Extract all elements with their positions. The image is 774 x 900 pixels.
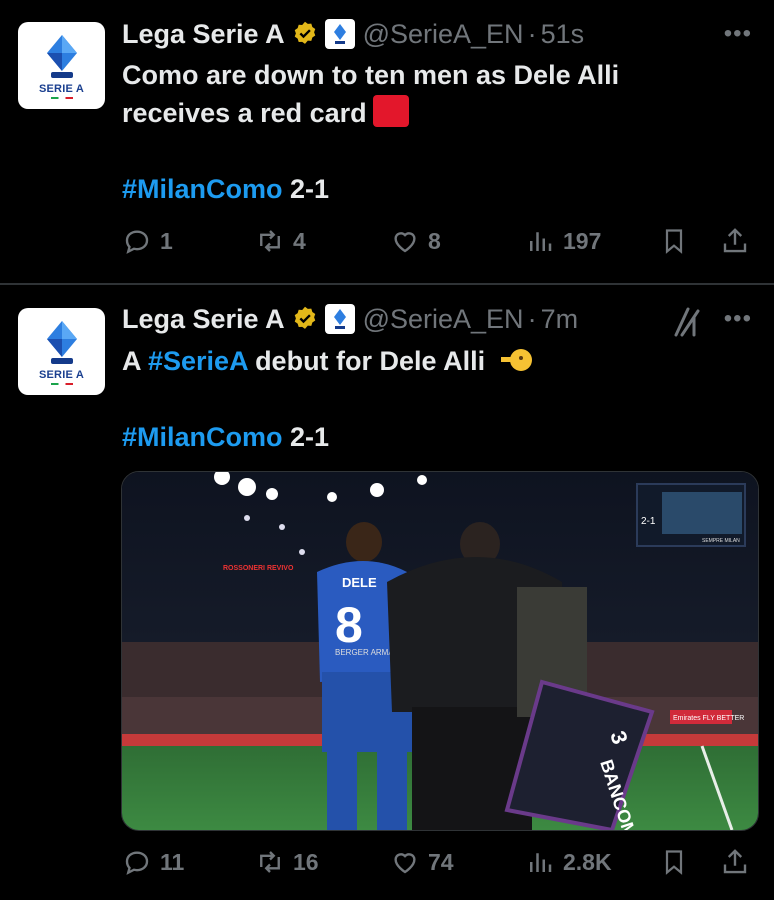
more-icon[interactable]: •••	[724, 20, 752, 48]
shirt-number: 8	[335, 597, 363, 653]
tweet-text: A #SerieA debut for Dele Alli #MilanComo…	[122, 342, 535, 456]
ad-board-text: Emirates FLY BETTER	[673, 715, 744, 722]
score-text: 2-1	[282, 422, 330, 452]
dot-separator: ·	[527, 303, 537, 334]
serie-a-logo-icon	[46, 34, 77, 78]
views-icon	[530, 853, 552, 872]
stadium-sign: ROSSONERI REVIVO	[223, 565, 294, 572]
tweet-1[interactable]: SERIE A Lega Serie A @SerieA_EN · 51s ••…	[0, 0, 774, 283]
share-icon	[723, 228, 747, 253]
shirt-name: DELE	[342, 575, 377, 590]
bookmark-icon	[665, 850, 683, 875]
repost-icon	[260, 230, 280, 252]
bookmark-icon	[665, 229, 683, 254]
reply-icon	[125, 851, 149, 875]
score-text: 2-1	[282, 174, 330, 204]
reply-count: 11	[160, 848, 185, 875]
hashtag-link[interactable]: #SerieA	[148, 346, 248, 376]
like-button[interactable]: 74	[390, 842, 454, 882]
match-photo: 2-1 SEMPRE MILAN ROSSONERI REVIVO Emirat…	[122, 472, 758, 830]
bookmark-button[interactable]	[660, 221, 696, 261]
reply-count: 1	[160, 227, 173, 254]
share-button[interactable]	[720, 221, 758, 261]
affiliate-badge-icon[interactable]	[324, 304, 355, 334]
bookmark-button[interactable]	[660, 842, 696, 882]
italian-flag-stripe	[50, 382, 73, 385]
screen-score: 2-1	[641, 516, 656, 527]
tweet-text-line-1: Como are down to ten men as Dele Alli	[122, 60, 620, 90]
tweet-text-prefix: A	[122, 346, 148, 376]
tweet-actions: 11 16 74 2.8K	[122, 842, 762, 882]
share-icon	[723, 849, 747, 874]
author-handle[interactable]: @SerieA_EN	[363, 304, 524, 335]
dot-separator: ·	[527, 18, 537, 49]
author-handle[interactable]: @SerieA_EN	[363, 19, 524, 50]
repost-button[interactable]: 4	[255, 221, 306, 261]
views-button[interactable]: 2.8K	[525, 842, 612, 882]
more-icon[interactable]: •••	[724, 305, 752, 333]
reply-button[interactable]: 1	[122, 221, 173, 261]
red-card-emoji	[372, 95, 409, 127]
tweet-header: Lega Serie A @SerieA_EN · 7m	[122, 302, 578, 336]
author-name[interactable]: Lega Serie A	[122, 19, 285, 50]
author-name[interactable]: Lega Serie A	[122, 304, 285, 335]
avatar[interactable]: SERIE A	[18, 308, 105, 395]
views-button[interactable]: 197	[525, 221, 601, 261]
repost-count: 16	[293, 848, 319, 875]
repost-button[interactable]: 16	[255, 842, 319, 882]
avatar[interactable]: SERIE A	[18, 22, 105, 109]
tweet-photo[interactable]: 2-1 SEMPRE MILAN ROSSONERI REVIVO Emirat…	[121, 471, 759, 831]
grok-icon[interactable]	[672, 305, 706, 339]
pointing-left-emoji-icon	[500, 349, 532, 371]
like-icon	[394, 232, 416, 253]
tweet-header: Lega Serie A @SerieA_EN · 51s	[122, 17, 584, 51]
avatar-logo-text: SERIE A	[38, 368, 84, 381]
repost-count: 4	[293, 227, 306, 254]
timestamp[interactable]: 51s	[541, 19, 585, 50]
italian-flag-stripe	[50, 96, 73, 99]
affiliate-badge-icon[interactable]	[324, 19, 355, 49]
share-button[interactable]	[720, 842, 758, 882]
tweet-text: Como are down to ten men as Dele Alli re…	[122, 56, 619, 208]
view-count: 197	[563, 227, 602, 254]
tweet-actions: 1 4 8 197	[122, 221, 762, 261]
verified-icon[interactable]	[291, 20, 319, 48]
serie-a-logo-icon	[46, 320, 77, 364]
reply-icon	[125, 230, 149, 254]
like-button[interactable]: 8	[390, 221, 441, 261]
tweet-text-suffix: debut for Dele Alli	[247, 346, 486, 376]
verified-icon[interactable]	[291, 305, 319, 333]
screen-text: SEMPRE MILAN	[702, 538, 740, 544]
hashtag-link[interactable]: #MilanComo	[122, 422, 283, 452]
repost-icon	[260, 851, 280, 873]
tweet-text-line-2: receives a red card	[122, 98, 367, 128]
views-icon	[530, 232, 552, 251]
reply-button[interactable]: 11	[122, 842, 184, 882]
avatar-logo-text: SERIE A	[38, 82, 84, 95]
hashtag-link[interactable]: #MilanComo	[122, 174, 283, 204]
view-count: 2.8K	[563, 848, 612, 875]
timestamp[interactable]: 7m	[541, 304, 579, 335]
like-count: 8	[428, 227, 441, 254]
like-icon	[394, 853, 416, 874]
like-count: 74	[428, 848, 454, 875]
